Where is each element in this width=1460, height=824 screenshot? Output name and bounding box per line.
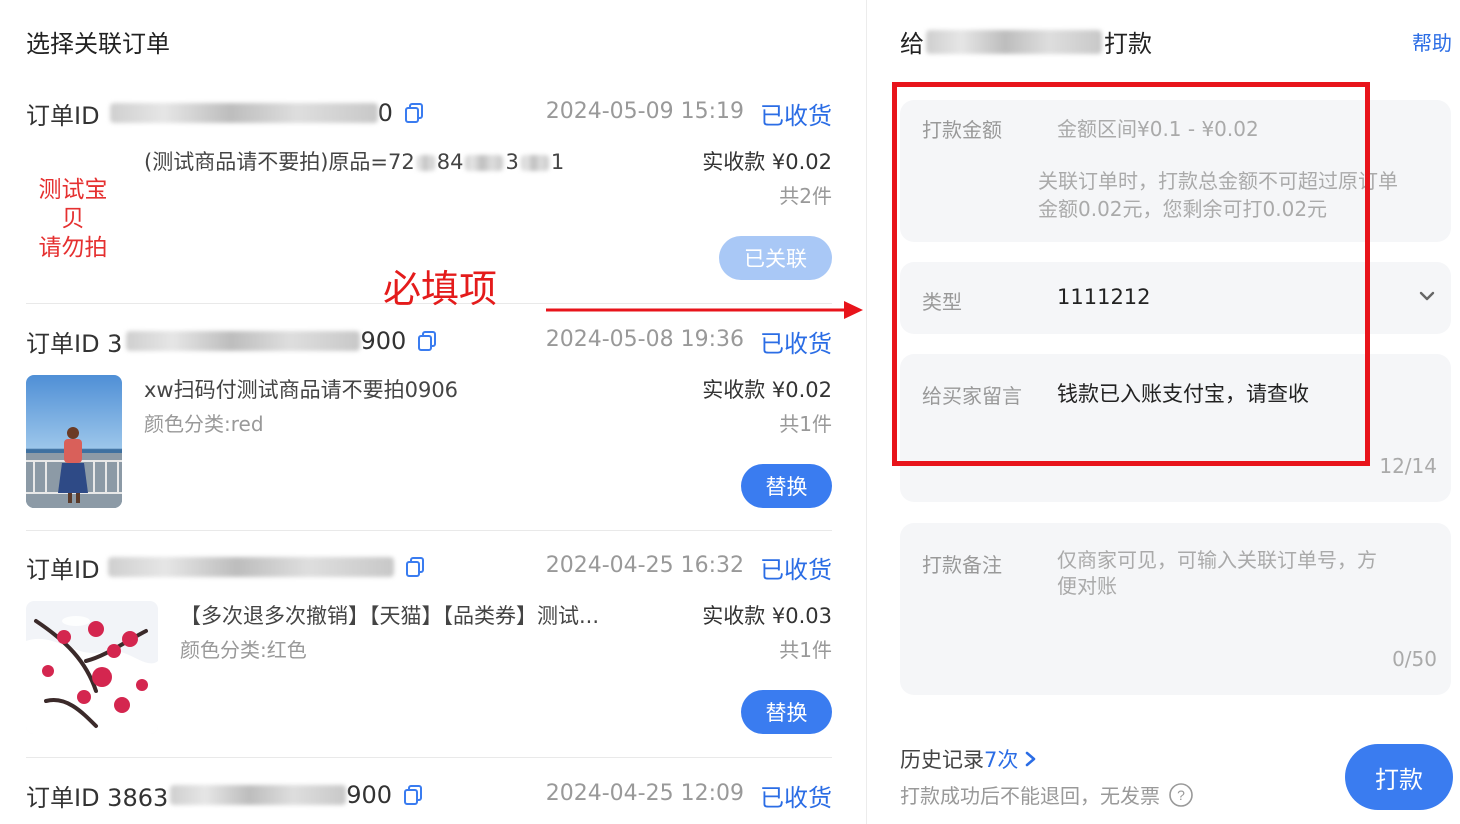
product-thumbnail	[26, 375, 122, 508]
linked-button[interactable]: 已关联	[719, 236, 832, 280]
order-id-redacted	[126, 331, 361, 351]
item-quantity: 共1件	[779, 412, 832, 436]
product-thumbnail	[26, 601, 158, 734]
order-id-row: 订单ID	[26, 550, 426, 584]
order-id-label: 订单ID 3863	[26, 783, 169, 812]
order-id-label: 订单ID	[26, 101, 100, 130]
order-select-panel: 选择关联订单 订单ID 0 2024-05-09 15:19 已收货 (测试商品…	[0, 0, 866, 824]
order-card[interactable]: 订单ID 3863 900 2024-04-25 12:09 已收货	[26, 778, 832, 824]
remark-field[interactable]: 打款备注 仅商家可见，可输入关联订单号，方 便对账 0/50	[900, 523, 1451, 695]
chevron-down-icon[interactable]	[1417, 286, 1437, 306]
order-card[interactable]: 订单ID 2024-04-25 16:32 已收货 【多次退多次撤销】【天猫】【…	[26, 550, 832, 740]
required-highlight-box	[892, 82, 1370, 466]
product-spec: 颜色分类:red	[144, 412, 264, 436]
payment-title: 给 打款	[900, 29, 1152, 58]
copy-icon[interactable]	[402, 784, 424, 806]
order-id-redacted	[170, 785, 347, 805]
copy-icon[interactable]	[404, 556, 426, 578]
replace-button[interactable]: 替换	[741, 690, 832, 734]
remark-label: 打款备注	[922, 553, 1002, 577]
order-id-row: 订单ID 3 900	[26, 324, 438, 358]
order-status: 已收货	[760, 784, 832, 812]
order-status: 已收货	[760, 102, 832, 130]
copy-icon[interactable]	[416, 330, 438, 352]
pay-button[interactable]: 打款	[1345, 744, 1453, 810]
order-date: 2024-05-08 19:36	[545, 327, 744, 352]
history-label: 历史记录	[900, 748, 984, 772]
chevron-right-icon[interactable]	[1022, 749, 1040, 769]
order-id-suffix: 900	[346, 781, 393, 809]
message-counter: 12/14	[1379, 454, 1437, 478]
order-date: 2024-05-09 15:19	[545, 99, 744, 124]
required-annotation: 必填项	[383, 267, 498, 311]
order-id-row: 订单ID 0	[26, 96, 425, 130]
remark-input[interactable]: 仅商家可见，可输入关联订单号，方 便对账	[1057, 547, 1377, 599]
panel-title: 选择关联订单	[26, 30, 170, 58]
test-item-annotation: 测试宝贝 请勿拍	[38, 177, 108, 261]
product-name: xw扫码付测试商品请不要拍0906	[144, 378, 459, 402]
divider	[26, 757, 832, 758]
product-spec: 颜色分类:红色	[180, 638, 307, 662]
paid-amount: 实收款 ¥0.02	[702, 150, 832, 174]
order-id-suffix: 0	[377, 99, 393, 127]
history-link[interactable]: 历史记录 7次	[900, 744, 1040, 774]
order-id-label: 订单ID	[26, 555, 100, 584]
help-link[interactable]: 帮助	[1412, 27, 1452, 56]
order-status: 已收货	[760, 330, 832, 358]
remark-counter: 0/50	[1392, 647, 1437, 671]
recipient-redacted	[926, 29, 1102, 54]
order-card[interactable]: 订单ID 3 900 2024-05-08 19:36 已收货 xw扫码付测试商…	[26, 324, 832, 514]
paid-amount: 实收款 ¥0.02	[702, 378, 832, 402]
item-quantity: 共2件	[779, 184, 832, 208]
disclaimer: 打款成功后不能退回，无发票 ?	[900, 780, 1194, 809]
order-id-redacted	[109, 103, 378, 123]
history-count: 7次	[984, 748, 1019, 772]
product-name: 【多次退多次撤销】【天猫】【品类券】测试...	[180, 604, 600, 628]
order-id-row: 订单ID 3863 900	[26, 778, 424, 812]
divider	[26, 530, 832, 531]
copy-icon[interactable]	[403, 102, 425, 124]
help-circle-icon[interactable]: ?	[1168, 782, 1194, 808]
order-id-label: 订单ID 3	[26, 329, 123, 358]
order-date: 2024-04-25 12:09	[545, 781, 744, 806]
order-date: 2024-04-25 16:32	[545, 553, 744, 578]
order-status: 已收货	[760, 556, 832, 584]
order-id-suffix: 900	[360, 327, 407, 355]
replace-button[interactable]: 替换	[741, 464, 832, 508]
svg-text:?: ?	[1177, 787, 1185, 803]
paid-amount: 实收款 ¥0.03	[702, 604, 832, 628]
order-id-redacted	[107, 557, 394, 577]
product-name: (测试商品请不要拍)原品=72 84 3 1	[144, 150, 565, 174]
arrow-right-icon	[546, 301, 863, 319]
item-quantity: 共1件	[779, 638, 832, 662]
